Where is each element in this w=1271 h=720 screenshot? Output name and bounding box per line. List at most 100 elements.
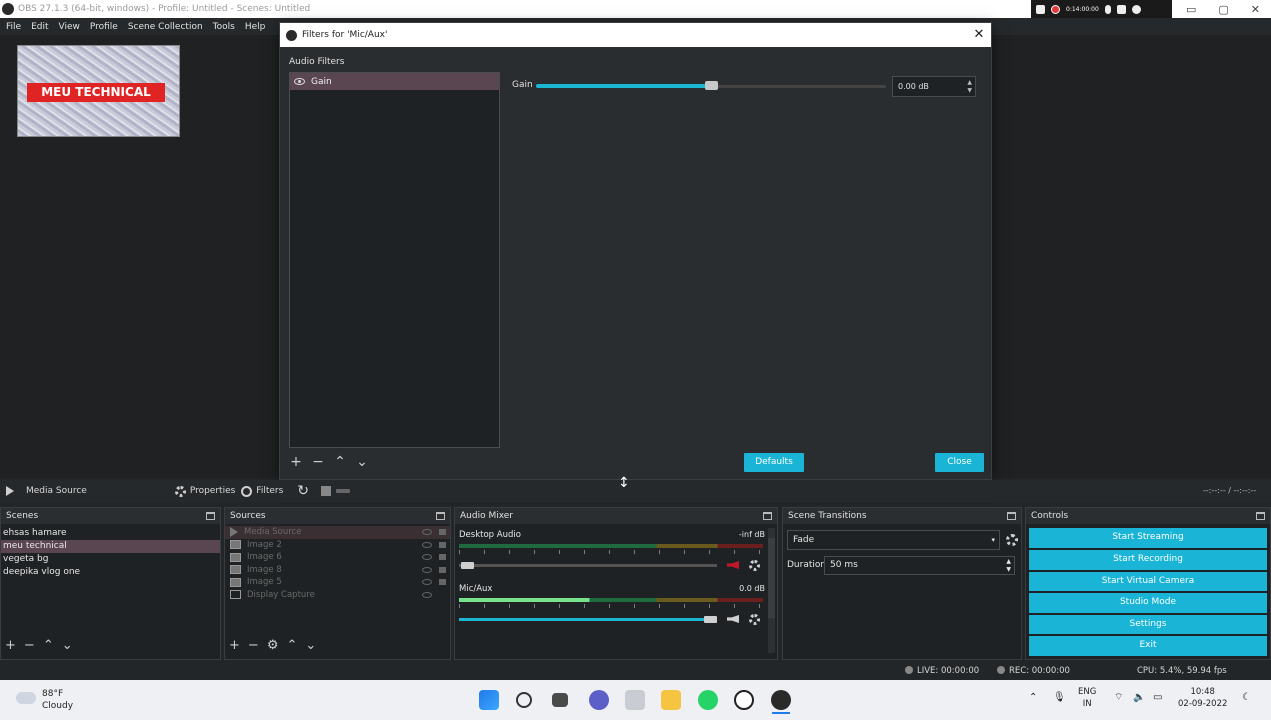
gear-icon[interactable]: ⚙ (267, 638, 279, 653)
close-button[interactable]: Close (935, 453, 984, 472)
start-recording-button[interactable]: Start Recording (1029, 550, 1267, 570)
scene-item[interactable]: deepika vlog one (1, 566, 220, 579)
stop-icon[interactable] (321, 486, 332, 496)
teams-chat-icon[interactable] (589, 690, 609, 710)
add-icon[interactable]: + (289, 454, 303, 470)
eye-icon[interactable] (422, 541, 432, 548)
spin-arrows-icon[interactable]: ▲ ▼ (967, 79, 972, 95)
gain-value-spinbox[interactable]: 0.00 dB ▲ ▼ (892, 76, 976, 97)
remove-icon[interactable]: − (311, 454, 325, 470)
app-icon[interactable] (625, 690, 645, 710)
move-up-icon[interactable]: ⌃ (286, 638, 297, 653)
undock-icon[interactable] (436, 512, 445, 520)
move-up-icon[interactable]: ⌃ (43, 638, 54, 653)
menu-help[interactable]: Help (241, 22, 270, 32)
webcam-icon[interactable] (1131, 4, 1141, 14)
properties-button[interactable]: Properties (174, 485, 235, 497)
camera-icon[interactable] (1036, 4, 1045, 14)
volume-slider-track[interactable] (459, 564, 717, 567)
menu-profile[interactable]: Profile (86, 22, 122, 32)
lock-icon[interactable] (439, 541, 446, 548)
weather-widget[interactable]: 88°F Cloudy (42, 688, 73, 712)
source-item[interactable]: Image 5 (225, 576, 450, 589)
undock-icon[interactable] (1256, 512, 1265, 520)
maximize-icon[interactable]: ▢ (1218, 3, 1228, 16)
scene-item[interactable]: meu technical (1, 540, 220, 553)
speaker-icon[interactable] (1116, 4, 1126, 14)
source-item[interactable]: Display Capture (225, 589, 450, 602)
muted-speaker-icon[interactable] (727, 561, 739, 569)
microphone-icon[interactable]: 🎙 (1053, 692, 1066, 704)
obs-taskbar-icon[interactable] (771, 690, 791, 710)
filters-button[interactable]: Filters (241, 485, 283, 497)
restart-icon[interactable]: ↻ (297, 483, 309, 499)
source-item[interactable]: Image 8 (225, 564, 450, 577)
lock-icon[interactable] (439, 566, 446, 573)
wifi-icon[interactable]: ⌔ (1114, 692, 1123, 704)
eye-icon[interactable] (422, 579, 432, 585)
cloud-icon[interactable] (16, 692, 36, 704)
gain-slider-handle[interactable] (705, 81, 718, 90)
menu-view[interactable]: View (55, 22, 84, 32)
exit-button[interactable]: Exit (1029, 636, 1267, 656)
filter-item-gain[interactable]: Gain (290, 73, 499, 90)
whatsapp-icon[interactable] (698, 690, 718, 710)
volume-icon[interactable]: 🔈 (1133, 692, 1145, 704)
file-explorer-icon[interactable] (661, 690, 681, 710)
volume-slider-handle[interactable] (704, 616, 717, 623)
clock[interactable]: 10:48 02-09-2022 (1178, 686, 1227, 710)
language-indicator[interactable]: ENG IN (1078, 686, 1096, 710)
studio-mode-button[interactable]: Studio Mode (1029, 593, 1267, 613)
eye-icon[interactable] (422, 591, 432, 598)
undock-icon[interactable] (1007, 512, 1016, 520)
notifications-icon[interactable]: ☾ (1242, 692, 1251, 704)
menu-file[interactable]: File (2, 22, 25, 32)
battery-icon[interactable]: ▭ (1153, 692, 1162, 704)
windows-start-icon[interactable] (479, 690, 499, 710)
transition-select[interactable]: Fade ▾ (787, 530, 1000, 550)
defaults-button[interactable]: Defaults (744, 453, 804, 472)
source-item[interactable]: Image 6 (225, 551, 450, 564)
move-up-icon[interactable]: ⌃ (333, 454, 347, 470)
gear-icon[interactable] (749, 560, 760, 571)
microphone-icon[interactable] (1104, 4, 1111, 14)
volume-slider-handle[interactable] (461, 562, 474, 569)
add-icon[interactable]: + (5, 638, 16, 653)
start-virtual-camera-button[interactable]: Start Virtual Camera (1029, 571, 1267, 591)
chevron-up-icon[interactable]: ⌃ (1029, 692, 1037, 704)
scene-item[interactable]: vegeta bg (1, 553, 220, 566)
source-item[interactable]: Media Source (225, 526, 450, 539)
dialog-close-icon[interactable]: ✕ (970, 25, 988, 45)
remove-icon[interactable]: − (24, 638, 35, 653)
search-icon[interactable] (516, 692, 532, 708)
move-down-icon[interactable]: ⌄ (62, 638, 73, 653)
task-view-icon[interactable] (552, 693, 568, 707)
remove-icon[interactable]: − (248, 638, 259, 653)
speaker-icon[interactable] (727, 615, 739, 623)
spin-arrows-icon[interactable]: ▲ ▼ (1006, 558, 1011, 574)
eye-icon[interactable] (294, 78, 305, 85)
source-item[interactable]: Image 2 (225, 539, 450, 552)
close-window-icon[interactable]: ✕ (1251, 3, 1260, 16)
lock-icon[interactable] (439, 579, 446, 585)
lock-icon[interactable] (439, 529, 446, 535)
record-icon[interactable] (1051, 4, 1060, 14)
eye-icon[interactable] (422, 566, 432, 573)
lock-icon[interactable] (439, 554, 446, 560)
mixer-scrollbar[interactable] (768, 528, 775, 653)
dell-icon[interactable] (734, 690, 754, 710)
start-streaming-button[interactable]: Start Streaming (1029, 528, 1267, 548)
menu-edit[interactable]: Edit (27, 22, 52, 32)
move-down-icon[interactable]: ⌄ (355, 454, 369, 470)
eye-icon[interactable] (422, 554, 432, 560)
eye-icon[interactable] (422, 529, 432, 535)
scene-item[interactable]: ehsas hamare (1, 527, 220, 540)
undock-icon[interactable] (206, 512, 215, 520)
minimize-icon[interactable]: ▭ (1186, 3, 1196, 16)
add-icon[interactable]: + (229, 638, 240, 653)
gear-icon[interactable] (749, 614, 760, 625)
menu-tools[interactable]: Tools (209, 22, 239, 32)
undock-icon[interactable] (763, 512, 772, 520)
duration-spinbox[interactable]: 50 ms ▲ ▼ (824, 556, 1015, 575)
media-source-control[interactable]: Media Source (6, 486, 87, 496)
